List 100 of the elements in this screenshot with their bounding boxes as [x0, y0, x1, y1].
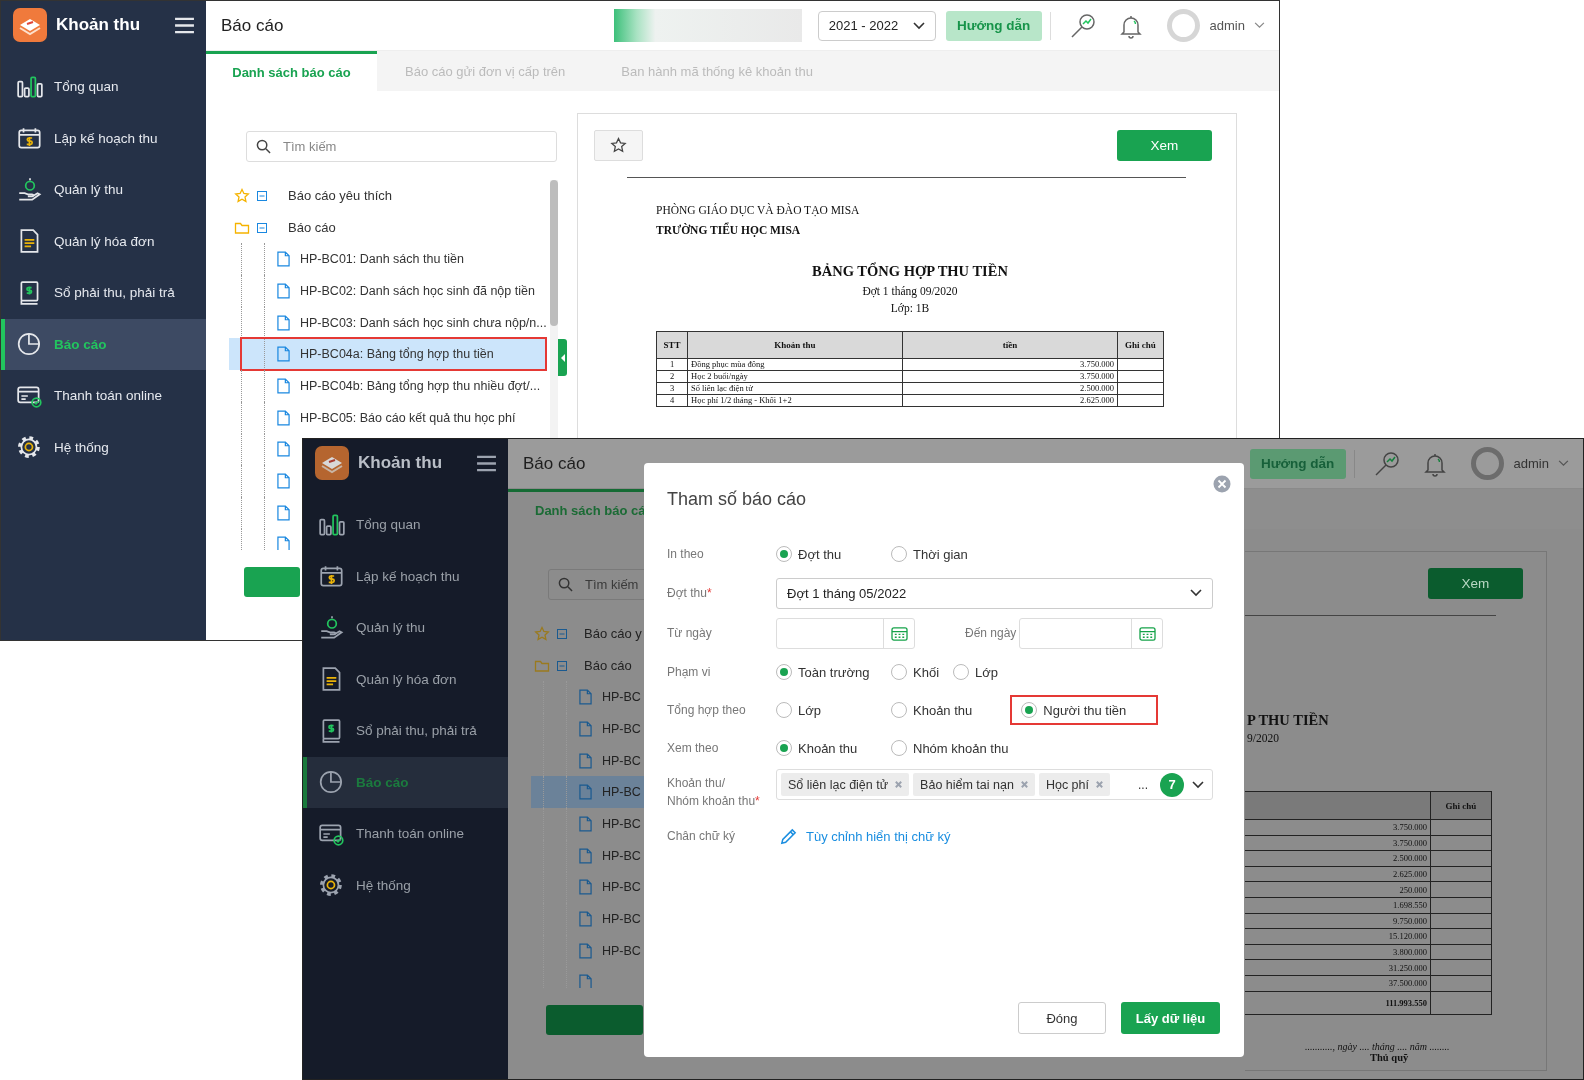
report-item[interactable]: HP-BC — [602, 880, 641, 895]
app-title: Khoản thu — [358, 453, 444, 473]
pencil-icon[interactable] — [779, 826, 798, 846]
favorite-button[interactable] — [594, 130, 643, 161]
year-select[interactable]: 2021 - 2022 — [817, 10, 936, 41]
report-item[interactable]: HP-BC — [602, 785, 641, 800]
menu-icon[interactable] — [477, 454, 496, 472]
app-title: Khoản thu — [56, 15, 142, 35]
sidebar-item[interactable]: Thanh toán online — [1, 370, 206, 422]
multi-select-field[interactable]: Sổ liên lạc điện tử Bảo hiểm tai nạn Học phí ... 7 — [776, 769, 1213, 800]
sidebar-item[interactable]: Báo cáo — [1, 318, 206, 370]
table-cell: 3.800.000 — [1245, 944, 1431, 960]
collapse-icon[interactable] — [257, 222, 267, 233]
calendar-icon[interactable] — [1138, 625, 1156, 641]
report-item[interactable]: HP-BC — [602, 690, 641, 705]
selected-row[interactable]: HP-BC — [531, 776, 645, 809]
hand-coin-icon — [318, 614, 346, 641]
radio-option[interactable]: Người thu tiền — [1021, 702, 1127, 718]
collapse-icon[interactable] — [557, 660, 567, 671]
collapse-handle[interactable] — [558, 339, 567, 376]
remove-icon[interactable] — [894, 780, 904, 789]
sidebar-item[interactable]: Hệ thống — [303, 859, 508, 911]
report-item[interactable]: HP-BC — [602, 753, 641, 768]
sidebar-item[interactable]: Thanh toán online — [303, 808, 508, 860]
radio-option[interactable]: Khoản thu — [891, 702, 973, 718]
organization-name: TRƯỜNG TIỂU HỌC MISA — [656, 224, 802, 239]
report-item[interactable]: HP-BC — [602, 721, 641, 736]
report-item[interactable]: HP-BC05: Báo cáo kết quả thu học phí — [300, 410, 516, 425]
report-item[interactable]: HP-BC04a: Bảng tổng hợp thu tiền — [300, 347, 494, 362]
tree-folder[interactable]: Báo cáo — [288, 220, 336, 236]
tree-folder[interactable]: Báo cáo y — [584, 626, 642, 642]
file-icon — [579, 911, 592, 928]
tree-folder[interactable]: Báo cáo — [584, 658, 632, 674]
report-item[interactable]: HP-BC — [602, 943, 641, 958]
sidebar-item[interactable]: Quản lý thu — [303, 602, 508, 654]
column-header: tiền — [902, 331, 1118, 359]
close-button[interactable]: Đóng — [1018, 1002, 1106, 1034]
blurred-school-selector[interactable] — [613, 9, 802, 42]
radio-option[interactable]: Nhóm khoản thu — [891, 740, 1009, 756]
close-icon[interactable] — [1213, 475, 1231, 493]
radio-option[interactable]: Lớp — [776, 702, 821, 718]
report-item[interactable]: HP-BC01: Danh sách thu tiền — [300, 252, 464, 267]
search-field[interactable]: Tìm kiếm — [548, 569, 645, 600]
report-item[interactable]: HP-BC04b: Bảng tổng hợp thu nhiều đợt/... — [300, 378, 541, 393]
file-icon — [579, 784, 592, 801]
sidebar-item[interactable]: Lập kế hoạch thu — [1, 112, 206, 164]
avatar[interactable] — [1470, 447, 1504, 480]
tag[interactable]: Sổ liên lạc điện tử — [781, 773, 910, 796]
radio-option[interactable]: Khối — [891, 664, 940, 680]
chevron-down-icon[interactable] — [1190, 589, 1202, 597]
radio-option[interactable]: Khoản thu — [776, 740, 858, 756]
user-name[interactable]: admin — [1513, 456, 1549, 471]
selected-row[interactable]: HP-BC04a: Bảng tổng hợp thu tiền — [229, 338, 548, 371]
report-item[interactable]: HP-BC — [602, 912, 641, 927]
table-cell: 2.625.000 — [902, 394, 1118, 407]
sidebar-item[interactable]: Sổ phải thu, phải trả — [1, 267, 206, 319]
sidebar-item[interactable]: Hệ thống — [1, 421, 206, 473]
report-item[interactable]: HP-BC — [602, 816, 641, 831]
user-name[interactable]: admin — [1209, 18, 1245, 33]
sidebar-item[interactable]: Sổ phải thu, phải trả — [303, 705, 508, 757]
sidebar-item[interactable]: Quản lý thu — [1, 164, 206, 216]
calendar-icon[interactable] — [890, 625, 908, 641]
column-header: Khoản thu — [687, 331, 903, 359]
report-item[interactable]: HP-BC03: Danh sách học sinh chưa nộp/n... — [300, 315, 547, 330]
date-field[interactable] — [1019, 617, 1163, 649]
column-header: Ghi chú — [1117, 331, 1164, 359]
chevron-down-icon[interactable] — [1192, 780, 1204, 789]
table-cell: Đồng phục mùa đông — [687, 358, 903, 371]
table-cell: 15.120.000 — [1245, 928, 1431, 945]
table-cell: 2.625.000 — [1245, 866, 1431, 882]
signature-settings-link[interactable]: Tùy chỉnh hiển thị chữ ký — [806, 828, 951, 844]
file-icon — [277, 377, 290, 394]
tag[interactable]: Học phí — [1038, 773, 1110, 796]
report-subtitle: Đợt 1 tháng 09/2020 — [861, 285, 959, 297]
collapse-icon[interactable] — [557, 628, 567, 639]
tree-folder[interactable]: Báo cáo yêu thích — [288, 188, 393, 204]
remove-icon[interactable] — [1095, 780, 1104, 789]
scrollbar[interactable] — [550, 180, 558, 326]
field-label: Khoản thu/ Nhóm khoản thu* — [667, 775, 761, 810]
sidebar-item[interactable]: Quản lý hóa đơn — [1, 215, 206, 267]
sidebar-item[interactable]: Lập kế hoạch thu — [303, 550, 508, 602]
report-item[interactable]: HP-BC02: Danh sách học sinh đã nộp tiền — [300, 283, 535, 298]
view-button[interactable]: Xem — [1428, 568, 1523, 599]
date-field[interactable] — [776, 617, 915, 649]
tag[interactable]: Bảo hiểm tai nạn — [913, 773, 1035, 796]
sidebar-item[interactable]: Quản lý hóa đơn — [303, 653, 508, 705]
collapse-icon[interactable] — [257, 190, 267, 201]
report-item[interactable]: HP-BC — [602, 848, 641, 863]
chevron-down-icon[interactable] — [912, 21, 925, 30]
radio-option[interactable]: Đợt thu — [776, 546, 842, 562]
radio-option[interactable]: Lớp — [953, 664, 999, 680]
dropdown-field[interactable]: Đợt 1 tháng 05/2022 — [776, 577, 1213, 609]
radio-option[interactable]: Toàn trường — [776, 664, 870, 680]
file-icon — [579, 974, 592, 988]
sidebar-item[interactable]: Tổng quan — [303, 499, 508, 551]
remove-icon[interactable] — [1019, 780, 1029, 789]
tree-guide-line — [241, 370, 265, 402]
radio-option[interactable]: Thời gian — [891, 546, 968, 562]
sidebar-item[interactable]: Tổng quan — [1, 61, 206, 113]
table-cell: Học 2 buổi/ngày — [687, 370, 903, 383]
